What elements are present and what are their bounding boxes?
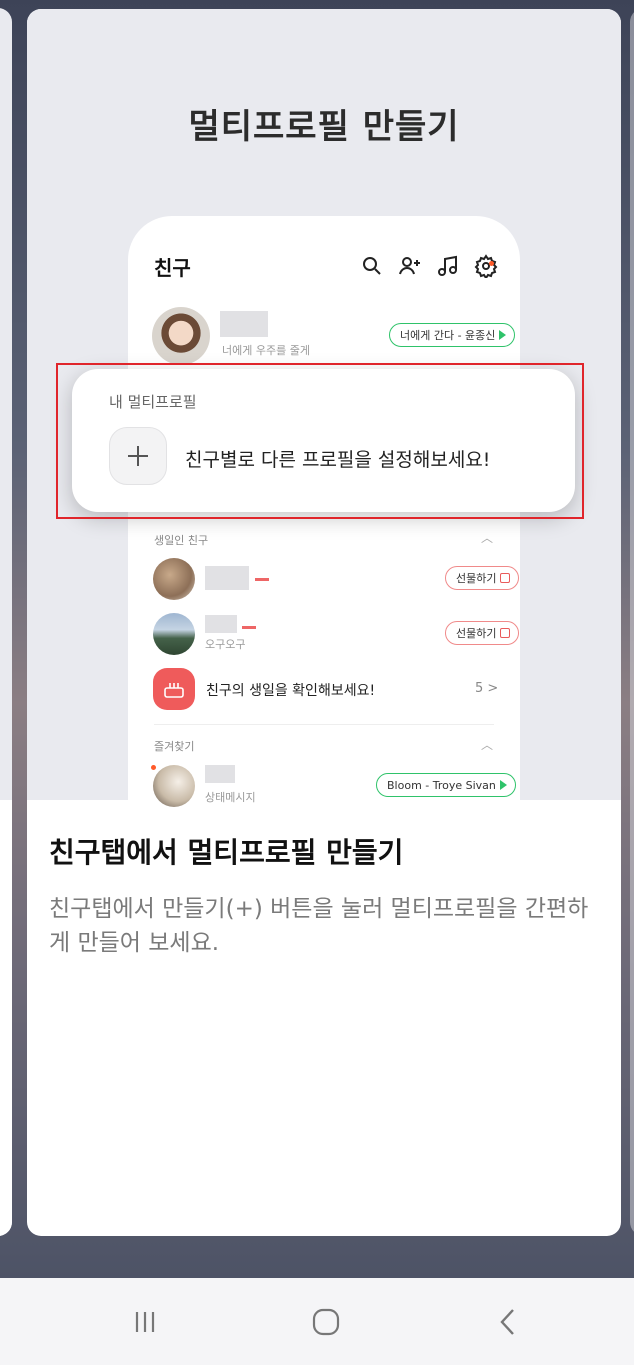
my-music-pill[interactable]: 너에게 간다 - 윤종신 — [389, 323, 516, 347]
header-icons — [360, 254, 498, 278]
settings-icon — [474, 254, 498, 278]
favorite-avatar[interactable] — [153, 765, 195, 807]
card-description: 친구탭에서 만들기(+) 버튼을 눌러 멀티프로필을 간편하게 만들어 보세요. — [49, 896, 589, 956]
phone-mockup: 친구 너에게 우주를 줄게 너에게 간다 - 윤종신 생일인 친구 ︿ 선물하기 — [128, 216, 520, 836]
play-icon — [499, 330, 507, 340]
favorite-music-pill[interactable]: Bloom - Troye Sivan — [376, 773, 516, 797]
music-icon — [438, 255, 457, 276]
favorites-section-label: 즐겨찾기 — [154, 740, 195, 753]
gift-icon — [500, 573, 511, 583]
birthday-count[interactable]: 5 > — [475, 681, 498, 696]
divider — [154, 724, 494, 725]
my-avatar[interactable] — [152, 307, 210, 365]
friends-title: 친구 — [154, 256, 191, 280]
birthday-check-text[interactable]: 친구의 생일을 확인해보세요! — [206, 680, 375, 700]
birthday-cake-icon — [153, 668, 195, 710]
friend-status: 오구오구 — [205, 638, 246, 651]
my-status: 너에게 우주를 줄게 — [222, 344, 310, 357]
back-icon[interactable] — [488, 1306, 528, 1338]
play-icon — [499, 780, 507, 790]
search-icon — [363, 257, 381, 275]
friend-name-blurred — [205, 566, 249, 590]
gift-button[interactable]: 선물하기 — [445, 566, 520, 590]
onboarding-card: 멀티프로필 만들기 친구 너에게 우주를 줄게 너에게 간다 - 윤종신 생일인… — [27, 9, 621, 1236]
friend-name-blurred — [205, 765, 235, 783]
gift-button[interactable]: 선물하기 — [445, 621, 520, 645]
card-title: 친구탭에서 멀티프로필 만들기 — [49, 836, 404, 869]
recent-apps-icon[interactable] — [125, 1306, 165, 1338]
previous-card[interactable] — [0, 8, 12, 1236]
add-friend-icon — [399, 257, 420, 275]
friend-name-blurred — [205, 615, 237, 633]
gift-icon — [500, 628, 511, 638]
collapse-icon[interactable]: ︿ — [481, 529, 493, 546]
collapse-icon[interactable]: ︿ — [481, 736, 493, 753]
birthday-section-label: 생일인 친구 — [154, 534, 209, 547]
my-name-blurred — [220, 311, 268, 337]
birthday-avatar[interactable] — [153, 558, 195, 600]
notification-dot — [489, 261, 494, 266]
next-card[interactable] — [630, 8, 634, 1236]
home-icon[interactable] — [306, 1306, 346, 1338]
birthday-avatar[interactable] — [153, 613, 195, 655]
new-dot — [151, 765, 156, 770]
cake-icon — [242, 617, 256, 629]
hero-title: 멀티프로필 만들기 — [188, 107, 460, 147]
favorite-status: 상태메시지 — [205, 791, 256, 804]
system-navbar — [0, 1278, 634, 1365]
cake-icon — [255, 569, 269, 581]
highlight-frame — [56, 363, 584, 519]
